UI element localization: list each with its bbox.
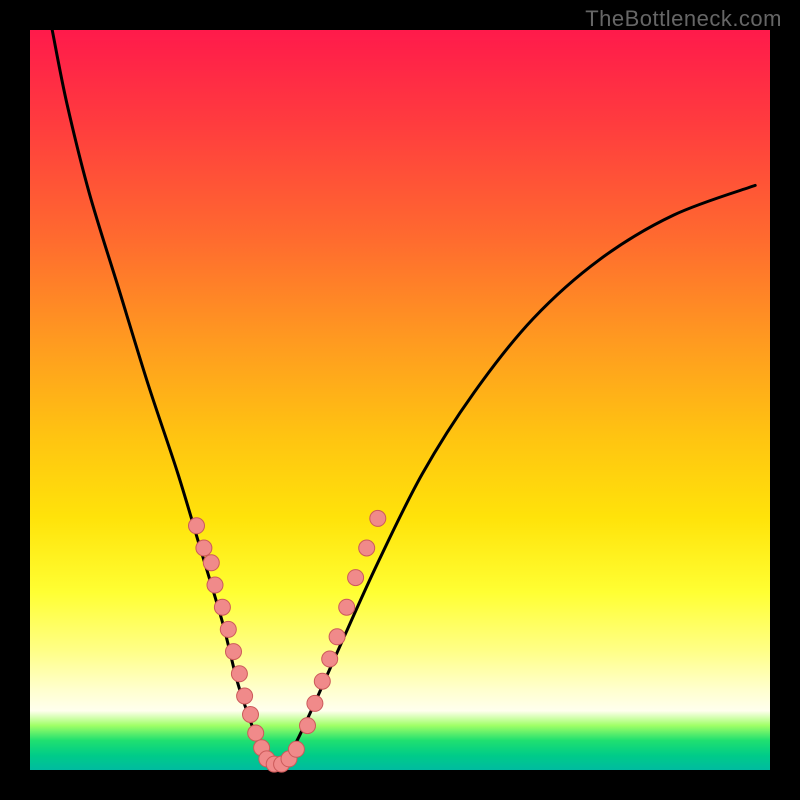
plot-area — [30, 30, 770, 770]
curve-marker — [307, 695, 323, 711]
curve-marker — [214, 599, 230, 615]
watermark-text: TheBottleneck.com — [585, 6, 782, 32]
curve-marker — [322, 651, 338, 667]
curve-marker — [203, 555, 219, 571]
curve-marker — [231, 666, 247, 682]
curve-marker — [288, 741, 304, 757]
curve-markers — [189, 510, 386, 772]
curve-marker — [207, 577, 223, 593]
curve-marker — [243, 707, 259, 723]
curve-marker — [370, 510, 386, 526]
curve-marker — [329, 629, 345, 645]
curve-marker — [314, 673, 330, 689]
curve-marker — [348, 570, 364, 586]
curve-marker — [359, 540, 375, 556]
curve-marker — [226, 644, 242, 660]
chart-svg — [30, 30, 770, 770]
curve-marker — [300, 718, 316, 734]
curve-marker — [237, 688, 253, 704]
curve-marker — [196, 540, 212, 556]
curve-marker — [339, 599, 355, 615]
bottleneck-curve — [52, 30, 755, 766]
curve-marker — [248, 725, 264, 741]
curve-marker — [220, 621, 236, 637]
chart-frame: TheBottleneck.com — [0, 0, 800, 800]
curve-marker — [189, 518, 205, 534]
